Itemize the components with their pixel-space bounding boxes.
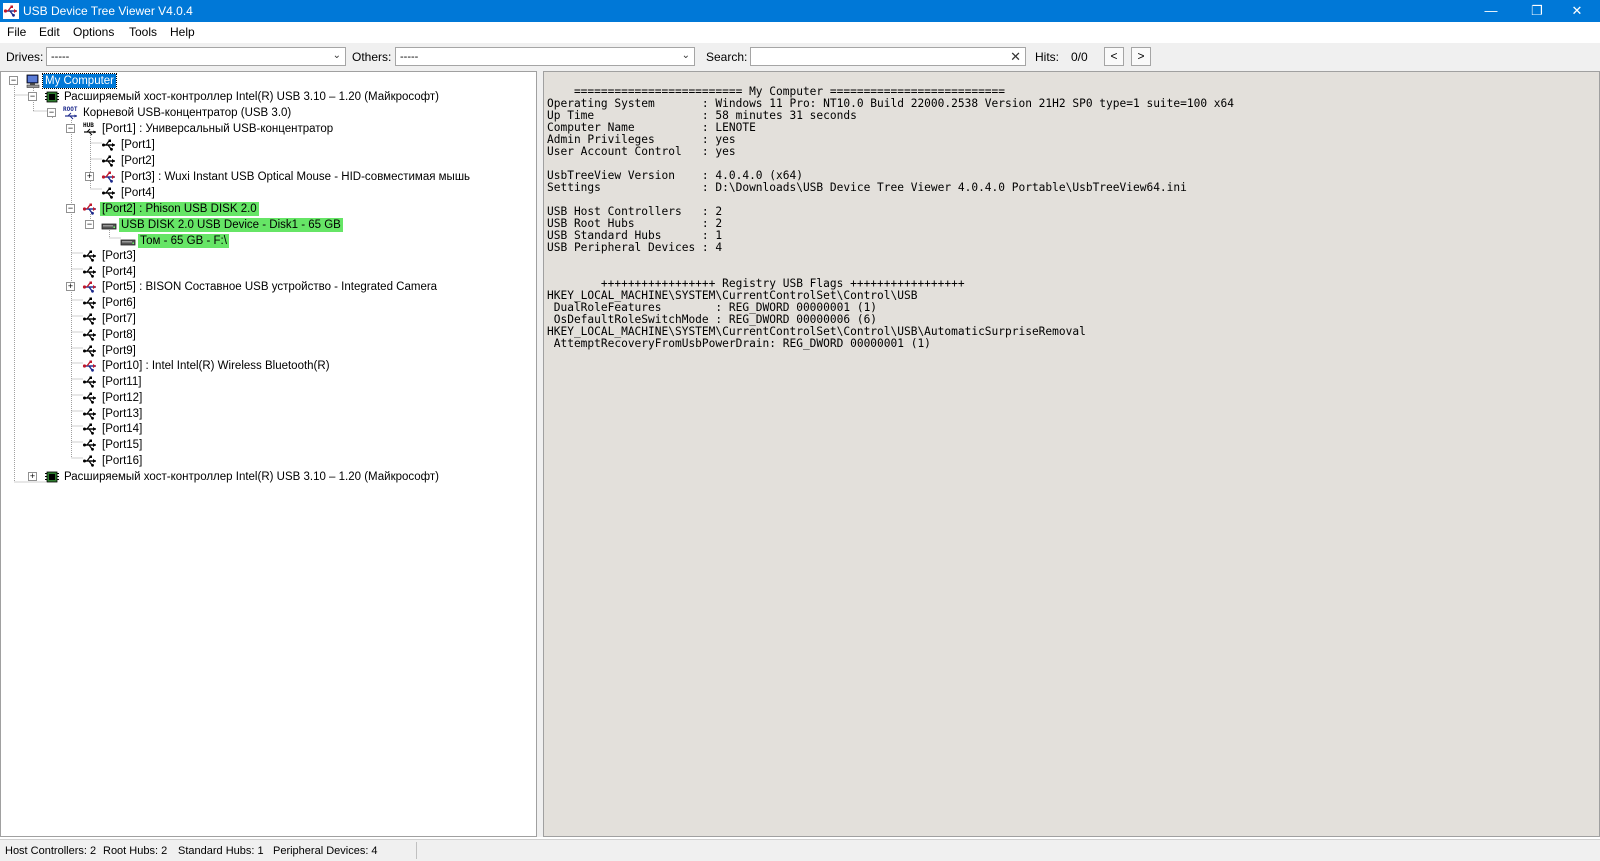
usb-port-icon <box>82 248 98 264</box>
search-label: Search: <box>706 50 748 64</box>
usb-port-icon <box>82 421 98 437</box>
status-separator <box>416 842 417 859</box>
status-peripheral-devices: Peripheral Devices: 4 <box>273 845 378 857</box>
usb-port-icon <box>82 327 98 343</box>
tree-node-label[interactable]: [Port11] <box>100 375 143 389</box>
usb-device-icon <box>82 358 98 374</box>
usb-device-icon <box>82 279 98 295</box>
tree-node-label[interactable]: [Port6] <box>100 296 138 310</box>
expand-icon[interactable]: + <box>85 172 94 181</box>
usb-port-icon <box>82 311 98 327</box>
hub-icon <box>82 121 98 137</box>
tree-node-label[interactable]: [Port8] <box>100 328 138 342</box>
root-hub-icon <box>63 105 79 121</box>
tree-node-label[interactable]: Том - 65 GB - F:\ <box>138 234 229 248</box>
close-button[interactable]: ✕ <box>1554 0 1600 22</box>
usb-device-icon <box>101 169 117 185</box>
status-root-hubs: Root Hubs: 2 <box>103 845 168 857</box>
usb-port-icon <box>82 390 98 406</box>
tree-node-label[interactable]: [Port4] <box>100 265 138 279</box>
tree-node-label[interactable]: [Port9] <box>100 344 138 358</box>
tree-node-label[interactable]: [Port15] <box>100 438 144 452</box>
minimize-button[interactable]: — <box>1468 0 1514 22</box>
menu-bar: File Edit Options Tools Help <box>0 22 1600 42</box>
usb-device-icon <box>82 201 98 217</box>
hits-value: 0/0 <box>1071 50 1088 64</box>
drives-value: ----- <box>51 51 70 63</box>
usb-port-icon <box>82 295 98 311</box>
search-input[interactable] <box>753 49 1003 64</box>
tree-node-label[interactable]: [Port1] <box>119 138 157 152</box>
tree-node-label[interactable]: [Port4] <box>119 186 157 200</box>
drives-label: Drives: <box>6 50 44 64</box>
title-bar: USB Device Tree Viewer V4.0.4 — ❐ ✕ <box>0 0 1600 22</box>
collapse-icon[interactable]: − <box>66 204 75 213</box>
menu-edit[interactable]: Edit <box>39 25 60 39</box>
tree-node-label[interactable]: [Port5] : BISON Составное USB устройство… <box>100 280 439 294</box>
next-hit-button[interactable]: > <box>1131 47 1151 66</box>
toolbar: Drives: ----- ⌄ Others: ----- ⌄ Search: … <box>0 43 1600 72</box>
usb-port-icon <box>82 406 98 422</box>
others-dropdown[interactable]: ----- ⌄ <box>395 47 695 66</box>
device-info-text[interactable]: ========================= My Computer ==… <box>547 86 1234 350</box>
tree-node-label[interactable]: My Computer <box>41 73 118 89</box>
usb-port-icon <box>82 453 98 469</box>
others-value: ----- <box>400 51 419 63</box>
status-bar: Host Controllers: 2 Root Hubs: 2 Standar… <box>0 839 1600 861</box>
menu-options[interactable]: Options <box>73 25 114 39</box>
menu-tools[interactable]: Tools <box>129 25 157 39</box>
menu-help[interactable]: Help <box>170 25 195 39</box>
tree-node-label[interactable]: [Port3] : Wuxi Instant USB Optical Mouse… <box>119 170 472 184</box>
tree-node-label[interactable]: [Port2] : Phison USB DISK 2.0 <box>100 202 259 216</box>
tree-node-label[interactable]: [Port12] <box>100 391 144 405</box>
usb-port-icon <box>82 437 98 453</box>
tree-node-label[interactable]: Расширяемый хост-контроллер Intel(R) USB… <box>62 470 441 484</box>
tree-node-label[interactable]: [Port14] <box>100 422 144 436</box>
tree-node-label[interactable]: [Port1] : Универсальный USB-концентратор <box>100 122 335 136</box>
tree-node-label[interactable]: [Port13] <box>100 407 144 421</box>
device-tree[interactable]: − My Computer − Расширяемый хост-контрол… <box>0 71 537 837</box>
usb-port-icon <box>82 264 98 280</box>
chip-icon <box>44 469 60 485</box>
chip-icon <box>44 89 60 105</box>
hits-label: Hits: <box>1035 50 1059 64</box>
tree-node-label[interactable]: [Port16] <box>100 454 144 468</box>
tree-node-label[interactable]: Корневой USB-концентратор (USB 3.0) <box>81 106 293 120</box>
tree-node-label[interactable]: USB DISK 2.0 USB Device - Disk1 - 65 GB <box>119 218 343 232</box>
window-title: USB Device Tree Viewer V4.0.4 <box>23 4 193 18</box>
computer-icon <box>25 73 41 89</box>
collapse-icon[interactable]: − <box>85 220 94 229</box>
tree-node-label[interactable]: [Port10] : Intel Intel(R) Wireless Bluet… <box>100 359 332 373</box>
drives-dropdown[interactable]: ----- ⌄ <box>46 47 346 66</box>
tree-node-label[interactable]: Расширяемый хост-контроллер Intel(R) USB… <box>62 90 441 104</box>
device-info-pane[interactable]: ========================= My Computer ==… <box>543 71 1600 837</box>
chevron-down-icon: ⌄ <box>332 50 341 61</box>
collapse-icon[interactable]: − <box>66 124 75 133</box>
usb-port-icon <box>82 374 98 390</box>
usb-port-icon <box>101 137 117 153</box>
volume-icon <box>120 233 136 249</box>
chevron-down-icon: ⌄ <box>681 50 690 61</box>
collapse-icon[interactable]: − <box>9 76 18 85</box>
usb-port-icon <box>101 153 117 169</box>
clear-search-icon[interactable]: ✕ <box>1010 49 1021 65</box>
usb-port-icon <box>82 343 98 359</box>
tree-node-label[interactable]: [Port3] <box>100 249 138 263</box>
prev-hit-button[interactable]: < <box>1104 47 1124 66</box>
status-standard-hubs: Standard Hubs: 1 <box>178 845 264 857</box>
collapse-icon[interactable]: − <box>28 92 37 101</box>
others-label: Others: <box>352 50 392 64</box>
menu-file[interactable]: File <box>7 25 26 39</box>
tree-node-label[interactable]: [Port7] <box>100 312 138 326</box>
disk-icon <box>101 217 117 233</box>
status-host-controllers: Host Controllers: 2 <box>5 845 97 857</box>
collapse-icon[interactable]: − <box>47 108 56 117</box>
expand-icon[interactable]: + <box>28 472 37 481</box>
usb-port-icon <box>101 185 117 201</box>
tree-node-label[interactable]: [Port2] <box>119 154 157 168</box>
search-box: ✕ <box>750 47 1026 66</box>
usb-app-icon <box>3 3 19 19</box>
expand-icon[interactable]: + <box>66 282 75 291</box>
